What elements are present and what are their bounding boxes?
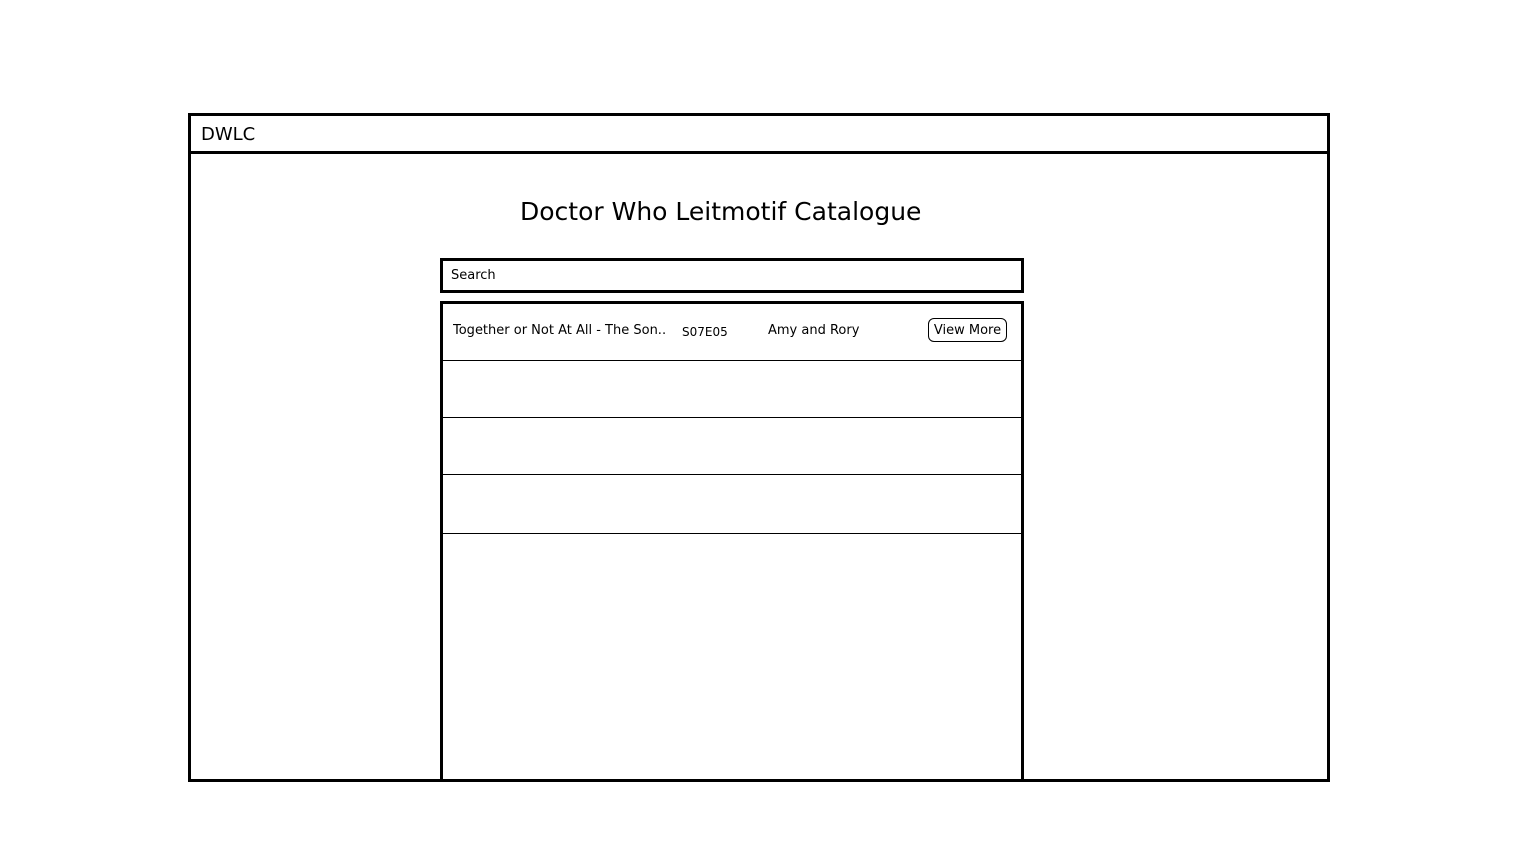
page-title: Doctor Who Leitmotif Catalogue xyxy=(520,197,922,226)
title-bar: DWLC xyxy=(191,116,1327,154)
app-window: DWLC Doctor Who Leitmotif Catalogue Toge… xyxy=(188,113,1330,782)
track-title: Together or Not At All - The Son... xyxy=(453,323,665,338)
list-item[interactable] xyxy=(443,475,1021,534)
view-more-button[interactable]: View More xyxy=(928,318,1007,342)
app-name: DWLC xyxy=(201,124,256,145)
search-input[interactable] xyxy=(443,261,1021,290)
characters: Amy and Rory xyxy=(768,323,860,338)
list-item: Together or Not At All - The Son... S07E… xyxy=(443,304,1021,361)
list-item[interactable] xyxy=(443,418,1021,475)
episode-code: S07E05 xyxy=(682,325,728,339)
results-list: Together or Not At All - The Son... S07E… xyxy=(440,301,1024,782)
search-box[interactable] xyxy=(440,258,1024,293)
list-item[interactable] xyxy=(443,361,1021,418)
